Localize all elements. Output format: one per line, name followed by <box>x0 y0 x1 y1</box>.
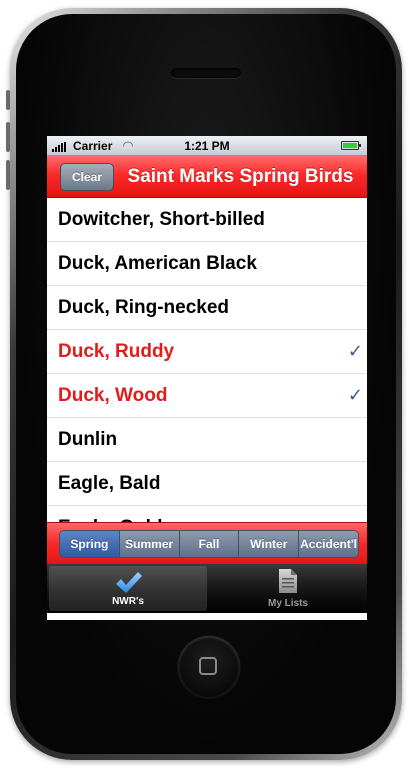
battery-icon <box>341 141 361 150</box>
season-segmented-control[interactable]: Spring Summer Fall Winter Accident'l <box>59 530 359 558</box>
bird-row[interactable]: Dunlin <box>47 418 367 462</box>
ringer-switch[interactable] <box>6 90 10 110</box>
page-title: Saint Marks Spring Birds <box>127 166 354 187</box>
season-summer-segment[interactable]: Summer <box>119 531 180 557</box>
status-time: 1:21 PM <box>184 139 230 153</box>
bird-list[interactable]: Dowitcher, Short-billed Duck, American Bl… <box>47 198 367 522</box>
bird-name: Duck, American Black <box>58 253 257 274</box>
season-spring-segment[interactable]: Spring <box>60 531 120 557</box>
season-accidentl-segment[interactable]: Accident'l <box>299 531 358 557</box>
bird-row[interactable]: Eagle, Bald <box>47 462 367 506</box>
bird-name: Duck, Ruddy <box>58 341 175 362</box>
home-square-icon <box>199 657 217 675</box>
tab-label: My Lists <box>267 598 308 609</box>
app-screen: Carrier ◠ 1:21 PM Clear Saint Marks Spri… <box>47 136 367 620</box>
clear-button[interactable]: Clear <box>60 163 114 191</box>
tab-label: NWR's <box>112 596 144 607</box>
bird-row[interactable]: Dowitcher, Short-billed <box>47 198 367 242</box>
season-winter-segment[interactable]: Winter <box>239 531 300 557</box>
tab-nwr-s[interactable]: NWR's <box>49 566 207 611</box>
bird-name: Duck, Ring-necked <box>58 297 230 318</box>
season-fall-segment[interactable]: Fall <box>179 531 240 557</box>
bird-row[interactable]: Duck, Ring-necked <box>47 286 367 330</box>
earpiece <box>171 68 241 78</box>
season-filter-bar: Spring Summer Fall Winter Accident'l <box>47 522 367 564</box>
status-bar: Carrier ◠ 1:21 PM <box>47 136 367 156</box>
volume-up-button[interactable] <box>6 122 10 152</box>
checkmark-icon: ✓ <box>347 341 363 361</box>
bird-name: Dowitcher, Short-billed <box>58 209 265 230</box>
bird-row[interactable]: Duck, Ruddy ✓ <box>47 330 367 374</box>
bird-row[interactable]: Eagle, Golden <box>47 506 367 522</box>
tab-bar: NWR's My Lists <box>47 564 367 613</box>
bird-name: Eagle, Bald <box>58 473 161 494</box>
checkmark-icon: ✓ <box>347 385 363 405</box>
navigation-bar: Clear Saint Marks Spring Birds <box>47 156 367 198</box>
bird-row[interactable]: Duck, American Black <box>47 242 367 286</box>
bird-name: Dunlin <box>58 429 118 450</box>
tab-my-lists[interactable]: My Lists <box>209 564 367 613</box>
home-button[interactable] <box>178 636 240 698</box>
volume-down-button[interactable] <box>6 160 10 190</box>
document-icon <box>209 568 367 594</box>
bird-name: Duck, Wood <box>58 385 168 406</box>
checkmark-icon <box>49 570 207 596</box>
bird-row[interactable]: Duck, Wood ✓ <box>47 374 367 418</box>
